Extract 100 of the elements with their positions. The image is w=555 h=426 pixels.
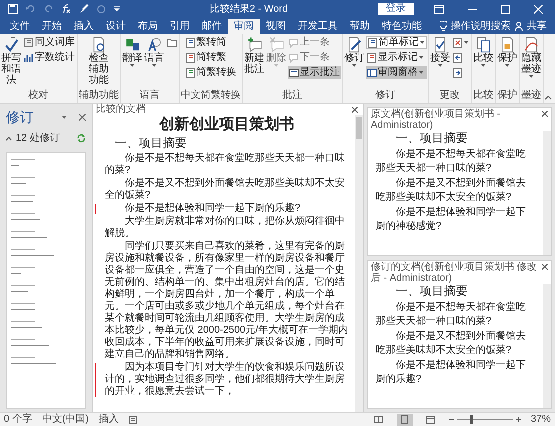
undo-icon[interactable]	[26, 4, 36, 14]
group-label: 辅助功能	[79, 90, 119, 103]
ribbon-tab[interactable]: 开发工具	[292, 19, 344, 34]
pane-header: 修订的文档(创新创业项目策划书 修改后 - Administrator)	[371, 262, 538, 284]
ribbon-button[interactable]: 同义词库	[23, 36, 76, 49]
ribbon-display-icon[interactable]	[434, 4, 444, 14]
ribbon-button[interactable]: 保护	[497, 36, 518, 90]
book-icon	[24, 38, 34, 48]
ribbon-tab[interactable]: 布局	[132, 19, 164, 34]
caret-icon	[481, 64, 486, 67]
word-count[interactable]: 0 个字	[4, 414, 32, 426]
read-mode-icon	[374, 414, 384, 424]
refresh-icon[interactable]	[77, 134, 86, 143]
ribbon-tab[interactable]: 开始	[36, 19, 68, 34]
redo-icon[interactable]	[44, 4, 54, 14]
view-button[interactable]	[396, 414, 413, 426]
collapse-caret-icon[interactable]	[6, 136, 12, 140]
icon-button[interactable]	[452, 36, 470, 49]
pane-title: 修订	[6, 108, 35, 127]
paragraph: 同学们只要买来自己喜欢的菜肴，这里有完备的厨房设施和就餐设备，所有像家里一样的厨房设备和餐厅设备都一应俱全，营造了一个自由的空间，这是一个史无前例的、结构单一的、集中出租房灶台的店。它的结构鲜明，一个厨房四台灶，加一个餐厅，构成一个单元。一个店可由或多或少地几个单元组成，每个灶台在某个就餐时间可轮流由几组顾客使用。大学生厨房的成本比较少，每单元仅 2000-2500元/年大概可在一学期内收回成本，下半年的收益可用来扩展设备设施，同时可建立自己的品牌和销售网络。	[105, 241, 349, 361]
ribbon-button[interactable]: 繁转简	[184, 36, 238, 49]
zoom-in-icon[interactable]	[516, 417, 521, 422]
paragraph: 因为本项目专门针对大学生的饮食和娱乐问题所设计的，实地调查过很多同学，他们都很期待大学生厨房的开业，很愿意去尝试一下，	[105, 362, 346, 398]
caret-icon	[274, 64, 279, 67]
close-icon[interactable]	[542, 111, 548, 117]
scrollbar[interactable]	[543, 131, 551, 255]
ribbon-button[interactable]: 接受	[430, 36, 451, 90]
close-icon[interactable]	[79, 114, 86, 121]
print-layout-icon	[400, 414, 410, 424]
ribbon-button[interactable]: 字数统计	[23, 51, 76, 64]
language-status[interactable]: 中文(中国)	[42, 414, 90, 426]
folder-icon	[167, 38, 177, 48]
ribbon-button[interactable]: 隐藏墨迹	[521, 36, 542, 90]
scrollbar[interactable]	[355, 115, 363, 412]
zoom-out-icon[interactable]	[448, 417, 454, 422]
zoom-level[interactable]: 37%	[530, 414, 551, 426]
ribbon-tab[interactable]: 引用	[164, 19, 196, 34]
scrollbar[interactable]	[543, 284, 551, 408]
comment-icon	[289, 68, 299, 78]
ribbon-button[interactable]: 新建批注	[244, 36, 265, 90]
paragraph: 你是不是想体验和同学一起下厨的乐趣?	[124, 203, 302, 215]
sign-in-button[interactable]: 登录	[378, 3, 414, 15]
paragraph: 你是不是又不想到外面餐馆去吃那些美味却不太安全的饭菜?	[105, 178, 346, 202]
save-icon[interactable]	[8, 4, 18, 14]
close-icon[interactable]	[542, 264, 548, 270]
reject-icon	[453, 38, 463, 48]
share-button[interactable]: 共享	[527, 19, 547, 34]
ribbon-tab[interactable]: 审阅	[228, 19, 260, 34]
document-icon	[368, 38, 378, 48]
caret-icon	[505, 64, 510, 67]
ribbon-button[interactable]: 简繁转换	[184, 66, 238, 79]
dropdown-caret-icon[interactable]	[62, 116, 67, 119]
document-icon	[186, 68, 196, 78]
ribbon-tab[interactable]: 视图	[260, 19, 292, 34]
bar-chart-icon	[24, 52, 34, 62]
collapse-ribbon-icon[interactable]	[545, 96, 552, 100]
macro-icon[interactable]	[129, 416, 138, 424]
ribbon-button[interactable]: 拼写和语法	[1, 36, 22, 90]
group-label: 中文简繁转换	[181, 90, 241, 103]
ribbon-button[interactable]: 审阅窗格	[366, 66, 427, 79]
paragraph: 你是不是想体验和同学一起下厨的乐趣?	[376, 359, 527, 387]
new-comment-icon	[246, 37, 262, 53]
customize-caret-icon[interactable]	[114, 6, 120, 12]
accept-icon	[432, 37, 448, 53]
ribbon-button[interactable]: 检查辅助功能	[88, 36, 110, 90]
ribbon-button[interactable]: 翻译	[122, 36, 143, 90]
section-heading: 一、项目摘要	[395, 131, 469, 146]
group-label: 校对	[28, 90, 50, 103]
tell-me-search[interactable]: 操作说明搜索	[451, 19, 511, 34]
person-icon	[515, 22, 523, 31]
insert-mode[interactable]: 插入	[99, 414, 120, 426]
spelling-check-icon	[4, 37, 20, 53]
ribbon-button[interactable]: 语言	[144, 36, 165, 90]
ribbon-button[interactable]: 比较	[473, 36, 494, 90]
ribbon-button[interactable]: 修订	[344, 36, 365, 90]
zoom-slider-thumb[interactable]	[470, 415, 474, 424]
caret-icon	[130, 64, 135, 67]
ribbon-button[interactable]: 简单标记	[366, 36, 427, 49]
ribbon-tab[interactable]: 文件	[4, 19, 36, 34]
maximize-icon[interactable]	[501, 4, 510, 14]
ribbon-tab[interactable]: 插入	[68, 19, 100, 34]
group-label: 比较	[473, 90, 494, 103]
function-icon[interactable]	[62, 4, 71, 14]
ribbon-button[interactable]: 显示标记	[366, 51, 427, 64]
ribbon-tab[interactable]: 邮件	[196, 19, 228, 34]
paragraph: 你是不是想体验和同学一起下厨的神秘感觉?	[376, 206, 527, 234]
section-heading: 一、项目摘要	[114, 136, 188, 151]
ribbon-tab[interactable]: 特色功能	[376, 19, 428, 34]
brush-icon[interactable]	[79, 4, 89, 14]
ribbon-button[interactable]: 显示批注	[288, 66, 341, 79]
next-comment-icon	[289, 52, 299, 62]
circle-icon[interactable]	[97, 4, 106, 14]
ribbon-tab[interactable]: 设计	[100, 19, 132, 34]
revision-count: 12 处修订	[16, 132, 61, 146]
ribbon-tab[interactable]: 帮助	[344, 19, 376, 34]
paragraph: 你是不是不想每天都在食堂吃那些天天都一种口味的菜?	[376, 148, 527, 176]
ribbon-button[interactable]: 简转繁	[184, 51, 238, 64]
close-icon[interactable]	[352, 106, 358, 112]
window-title: 比较结果2 - Word	[208, 2, 290, 16]
caret-icon	[529, 75, 534, 78]
